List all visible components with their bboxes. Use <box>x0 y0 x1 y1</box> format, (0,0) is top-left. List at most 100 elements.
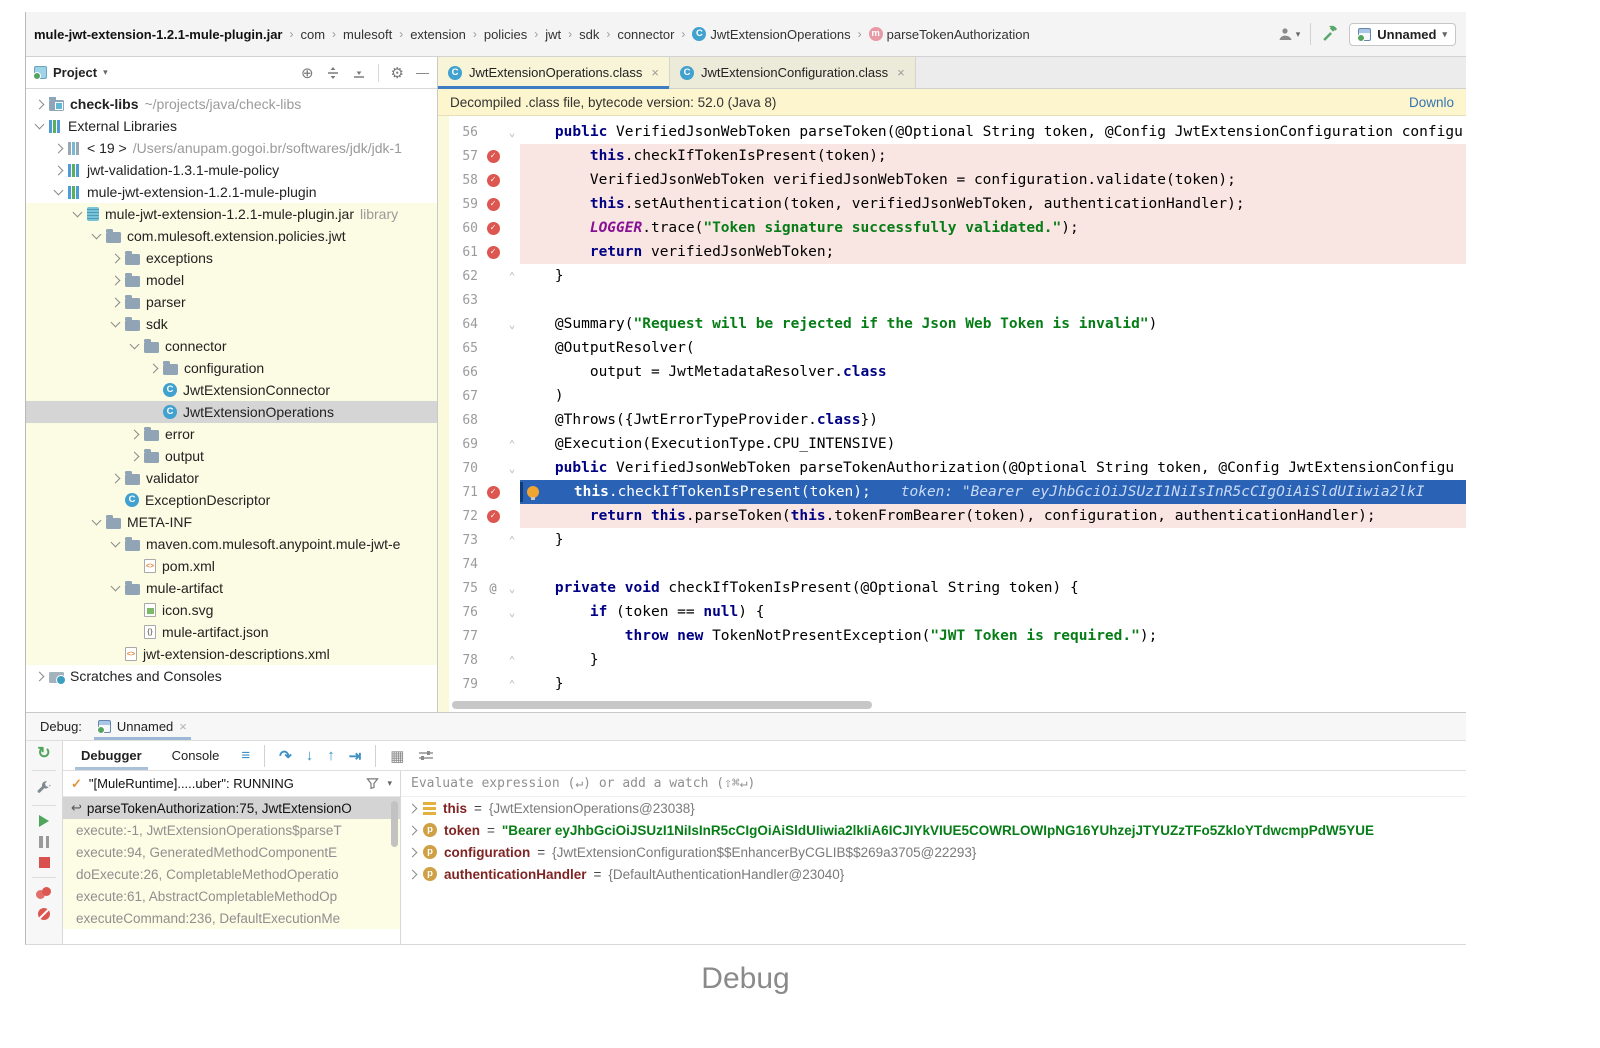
line-number[interactable]: 78 <box>438 653 482 668</box>
line-number[interactable]: 77 <box>438 629 482 644</box>
variable-row[interactable]: configuration={JwtExtensionConfiguration… <box>401 841 1466 863</box>
fold-marker-icon[interactable]: ⌃ <box>504 438 520 451</box>
breadcrumb-item[interactable]: mulesoft <box>341 25 394 44</box>
evaluate-expression-button[interactable]: ▦ <box>390 747 404 765</box>
fold-marker-icon[interactable]: ⌄ <box>504 318 520 331</box>
collapse-all-button[interactable] <box>352 66 366 80</box>
expand-chevron-icon[interactable] <box>408 825 418 835</box>
tab-close-icon[interactable]: × <box>651 65 659 80</box>
tree-item[interactable]: connector <box>26 335 437 357</box>
line-number[interactable]: 60 <box>438 221 482 236</box>
chevron-down-icon[interactable]: ▾ <box>387 778 392 789</box>
line-number[interactable]: 65 <box>438 341 482 356</box>
breadcrumb-item[interactable]: JwtExtensionOperations <box>690 25 852 44</box>
frames-scrollbar[interactable] <box>391 801 398 847</box>
line-number[interactable]: 66 <box>438 365 482 380</box>
line-number[interactable]: 79 <box>438 677 482 692</box>
line-number[interactable]: 75 <box>438 581 482 596</box>
step-into-button[interactable]: ↓ <box>306 747 314 764</box>
fold-marker-icon[interactable]: ⌃ <box>504 534 520 547</box>
evaluate-expression-input[interactable]: Evaluate expression (↵) or add a watch (… <box>401 771 1466 797</box>
breakpoint-icon[interactable] <box>487 510 500 523</box>
tree-item[interactable]: External Libraries <box>26 115 437 137</box>
breadcrumb-item[interactable]: policies <box>482 25 529 44</box>
tree-item[interactable]: error <box>26 423 437 445</box>
line-number[interactable]: 61 <box>438 245 482 260</box>
tree-chevron-icon[interactable] <box>54 143 64 153</box>
gutter-cell[interactable] <box>482 198 504 211</box>
line-number[interactable]: 74 <box>438 557 482 572</box>
tree-item[interactable]: icon.svg <box>26 599 437 621</box>
breadcrumb-item[interactable]: mule-jwt-extension-1.2.1-mule-plugin.jar <box>32 25 284 44</box>
line-number[interactable]: 63 <box>438 293 482 308</box>
line-number[interactable]: 71 <box>438 485 482 500</box>
tree-chevron-icon[interactable] <box>130 429 140 439</box>
line-number[interactable]: 73 <box>438 533 482 548</box>
gutter-cell[interactable] <box>482 174 504 187</box>
line-number[interactable]: 68 <box>438 413 482 428</box>
tree-item[interactable]: < 19 >/Users/anupam.gogoi.br/softwares/j… <box>26 137 437 159</box>
line-number[interactable]: 58 <box>438 173 482 188</box>
project-panel-title[interactable]: Project <box>53 65 97 80</box>
profile-button[interactable]: ▾ <box>1277 26 1301 42</box>
tree-item[interactable]: maven.com.mulesoft.anypoint.mule-jwt-e <box>26 533 437 555</box>
horizontal-scrollbar[interactable] <box>452 701 872 709</box>
breadcrumb-item[interactable]: com <box>298 25 327 44</box>
run-to-cursor-button[interactable]: ⇥ <box>349 747 362 765</box>
tree-chevron-icon[interactable] <box>111 297 121 307</box>
intention-bulb-icon[interactable] <box>527 486 539 498</box>
breadcrumb-item[interactable]: jwt <box>543 25 563 44</box>
stop-button[interactable] <box>39 857 50 868</box>
tree-chevron-icon[interactable] <box>149 363 159 373</box>
tree-item[interactable]: output <box>26 445 437 467</box>
expand-all-button[interactable] <box>326 66 340 80</box>
mute-breakpoints-button[interactable] <box>38 908 50 920</box>
tree-item[interactable]: jwt-extension-descriptions.xml <box>26 643 437 665</box>
close-icon[interactable]: × <box>179 719 187 734</box>
tree-item[interactable]: JwtExtensionOperations <box>26 401 437 423</box>
tree-item[interactable]: parser <box>26 291 437 313</box>
fold-marker-icon[interactable]: ⌄ <box>504 606 520 619</box>
breakpoint-icon[interactable] <box>487 150 500 163</box>
resume-button[interactable] <box>39 815 49 827</box>
gutter-cell[interactable] <box>482 486 504 499</box>
stack-frame-row[interactable]: executeCommand:236, DefaultExecutionMe <box>63 907 400 929</box>
tab-debugger[interactable]: Debugger <box>73 744 150 767</box>
tree-item[interactable]: pom.xml <box>26 555 437 577</box>
tree-chevron-icon[interactable] <box>35 99 45 109</box>
tree-item[interactable]: mule-artifact.json <box>26 621 437 643</box>
run-config-selector[interactable]: Unnamed ▾ <box>1349 23 1456 46</box>
gutter-cell[interactable] <box>482 510 504 523</box>
tree-item[interactable]: META-INF <box>26 511 437 533</box>
layout-settings-button[interactable] <box>418 749 434 763</box>
variable-row[interactable]: this={JwtExtensionOperations@23038} <box>401 797 1466 819</box>
gutter-cell[interactable] <box>482 246 504 259</box>
tree-chevron-icon[interactable] <box>111 253 121 263</box>
tree-item[interactable]: model <box>26 269 437 291</box>
stack-frame-row[interactable]: execute:61, AbstractCompletableMethodOp <box>63 885 400 907</box>
fold-marker-icon[interactable]: ⌄ <box>504 462 520 475</box>
tree-chevron-icon[interactable] <box>92 516 102 526</box>
line-number[interactable]: 62 <box>438 269 482 284</box>
filter-funnel-icon[interactable] <box>366 777 379 790</box>
tree-chevron-icon[interactable] <box>111 473 121 483</box>
editor-tab[interactable]: JwtExtensionConfiguration.class× <box>670 57 916 88</box>
expand-chevron-icon[interactable] <box>408 869 418 879</box>
tree-item[interactable]: exceptions <box>26 247 437 269</box>
line-number[interactable]: 57 <box>438 149 482 164</box>
breakpoint-icon[interactable] <box>487 174 500 187</box>
line-number[interactable]: 64 <box>438 317 482 332</box>
tree-item[interactable]: mule-jwt-extension-1.2.1-mule-plugin <box>26 181 437 203</box>
fold-marker-icon[interactable]: ⌄ <box>504 126 520 139</box>
expand-chevron-icon[interactable] <box>408 803 418 813</box>
gutter-cell[interactable]: @ <box>482 581 504 595</box>
breakpoint-icon[interactable] <box>487 222 500 235</box>
tree-item[interactable]: Scratches and Consoles <box>26 665 437 687</box>
line-number[interactable]: 72 <box>438 509 482 524</box>
fold-marker-icon[interactable]: ⌄ <box>504 582 520 595</box>
line-number[interactable]: 70 <box>438 461 482 476</box>
line-number[interactable]: 56 <box>438 125 482 140</box>
breakpoint-icon[interactable] <box>487 246 500 259</box>
stack-frame-row[interactable]: execute:94, GeneratedMethodComponentE <box>63 841 400 863</box>
tab-console[interactable]: Console <box>164 744 228 767</box>
